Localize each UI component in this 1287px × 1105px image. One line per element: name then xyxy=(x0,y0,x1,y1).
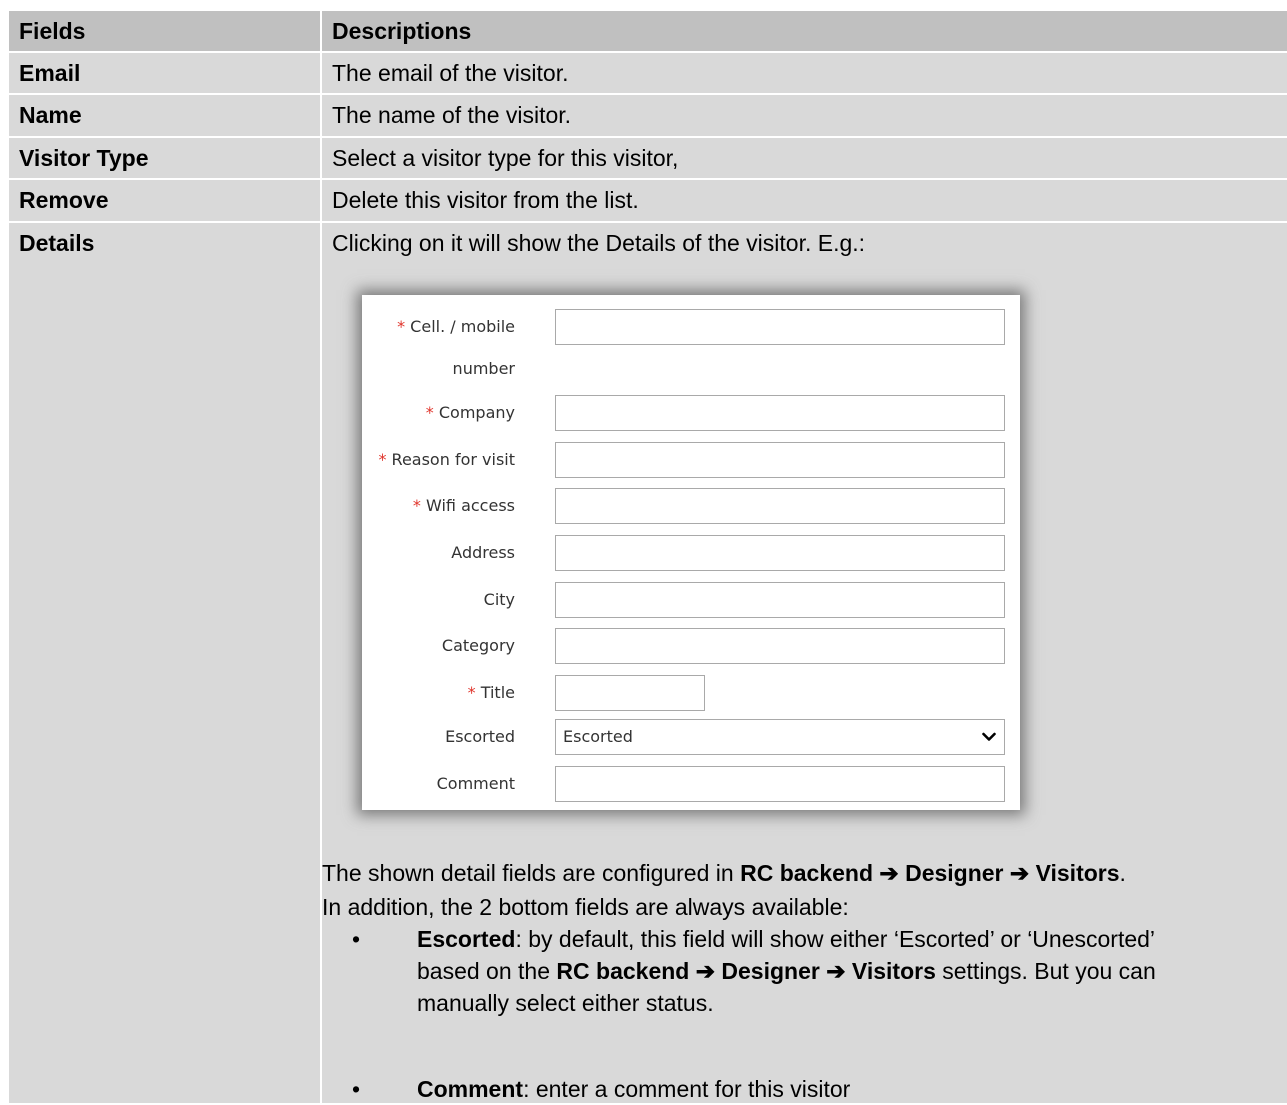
city-input[interactable] xyxy=(555,582,1005,618)
form-row-title: * Title xyxy=(362,675,1020,711)
form-label: Comment xyxy=(436,774,515,793)
field-name: Details xyxy=(9,223,320,1103)
bullet: • xyxy=(352,926,361,952)
form-row-company: * Company xyxy=(362,395,1020,431)
form-label: Address xyxy=(451,543,515,562)
form-row-city: City xyxy=(362,582,1020,618)
field-description: Delete this visitor from the list. xyxy=(322,180,1287,221)
header-descriptions: Descriptions xyxy=(322,11,1287,51)
table-row: Remove Delete this visitor from the list… xyxy=(9,180,1287,221)
form-row-reason: * Reason for visit xyxy=(362,442,1020,478)
table-row: Visitor Type Select a visitor type for t… xyxy=(9,138,1287,178)
form-row-escorted: Escorted Escorted xyxy=(362,719,1020,755)
title-input[interactable] xyxy=(555,675,705,711)
form-label: * Reason for visit xyxy=(378,450,515,469)
table-row: Email The email of the visitor. xyxy=(9,53,1287,93)
wifi-access-input[interactable] xyxy=(555,488,1005,524)
form-row-comment: Comment xyxy=(362,766,1020,802)
details-intro: Clicking on it will show the Details of … xyxy=(332,230,866,256)
table-header-row: Fields Descriptions xyxy=(9,11,1287,51)
form-label: * Cell. / mobile xyxy=(397,317,515,336)
header-fields: Fields xyxy=(9,11,320,51)
bullet-comment: Comment: enter a comment for this visito… xyxy=(417,1076,851,1102)
field-description: Select a visitor type for this visitor, xyxy=(322,138,1287,178)
address-input[interactable] xyxy=(555,535,1005,571)
escorted-select[interactable]: Escorted xyxy=(555,719,1005,755)
form-row-address: Address xyxy=(362,535,1020,571)
form-label: City xyxy=(483,590,515,609)
form-label: Escorted xyxy=(445,727,515,746)
field-name: Remove xyxy=(9,180,320,221)
category-input[interactable] xyxy=(555,628,1005,664)
comment-input[interactable] xyxy=(555,766,1005,802)
form-row-category: Category xyxy=(362,628,1020,664)
details-config-paragraph: The shown detail fields are configured i… xyxy=(322,860,1126,886)
form-label-continued: number xyxy=(452,359,515,378)
form-label: * Wifi access xyxy=(412,496,515,515)
form-label: * Company xyxy=(425,403,515,422)
form-row-cell: * Cell. / mobile number xyxy=(362,309,1020,389)
escorted-selected-value: Escorted xyxy=(563,727,633,746)
field-name: Email xyxy=(9,53,320,93)
visitor-details-form: * Cell. / mobile number * Company * Reas… xyxy=(362,295,1020,810)
field-description: The name of the visitor. xyxy=(322,95,1287,136)
cell-number-input[interactable] xyxy=(555,309,1005,345)
form-label: Category xyxy=(441,636,515,655)
form-row-wifi: * Wifi access xyxy=(362,488,1020,524)
field-description: The email of the visitor. xyxy=(322,53,1287,93)
company-input[interactable] xyxy=(555,395,1005,431)
bullet: • xyxy=(352,1076,361,1102)
reason-input[interactable] xyxy=(555,442,1005,478)
form-label: * Title xyxy=(467,683,515,702)
details-addition-line: In addition, the 2 bottom fields are alw… xyxy=(322,894,849,920)
chevron-down-icon xyxy=(982,732,996,741)
bullet-escorted: Escorted: by default, this field will sh… xyxy=(417,926,1156,1016)
table-row: Name The name of the visitor. xyxy=(9,95,1287,136)
field-name: Visitor Type xyxy=(9,138,320,178)
field-name: Name xyxy=(9,95,320,136)
